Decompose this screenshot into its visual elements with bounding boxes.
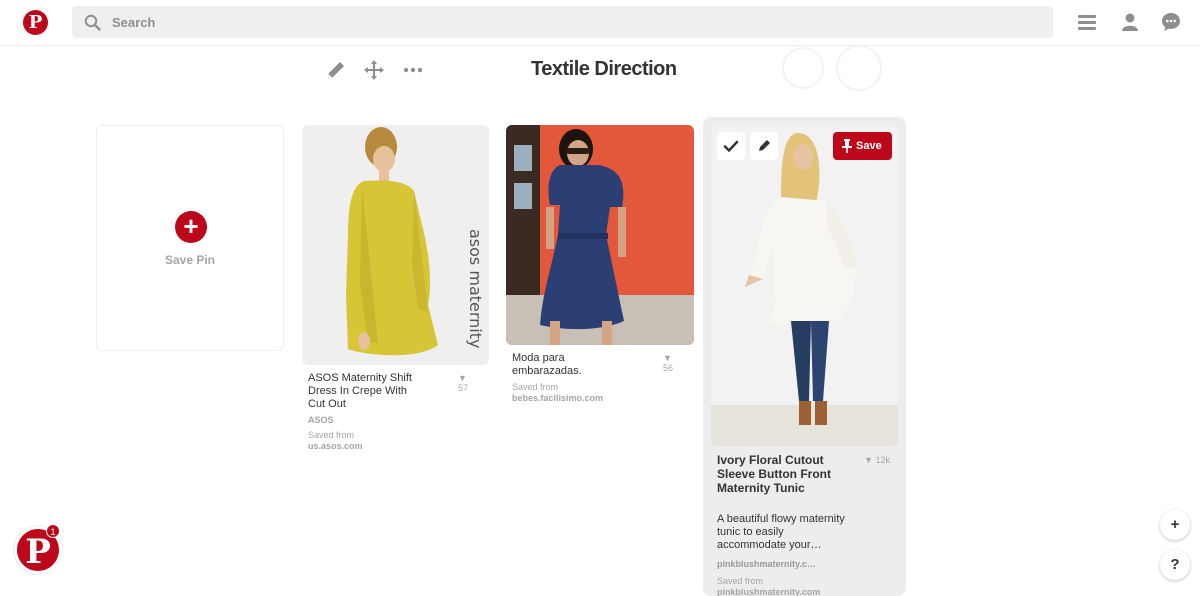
- asos-watermark: asos maternity: [466, 229, 485, 348]
- ghost-avatar-icon: [836, 45, 882, 91]
- search-input[interactable]: [112, 12, 1012, 32]
- pin-source-name[interactable]: pinkblushmaternity.c…: [717, 559, 816, 569]
- pin-card-ivory-tunic[interactable]: Save Ivory Floral Cutout Sleeve Button F…: [703, 117, 906, 596]
- top-header: P: [0, 0, 1200, 46]
- pin-saved-from[interactable]: Saved from pinkblushmaternity.com: [717, 576, 820, 596]
- pin-description: ASOS Maternity Shift Dress In Crepe With…: [308, 372, 412, 410]
- pin-title: Ivory Floral Cutout Sleeve Button Front …: [717, 453, 832, 495]
- pencil-icon: [759, 140, 770, 151]
- ghost-add-collaborator-icon: [782, 47, 824, 89]
- profile-icon[interactable]: [1119, 11, 1141, 33]
- repin-count: ▼ 56: [663, 353, 674, 373]
- search-icon: [84, 14, 101, 31]
- messages-icon[interactable]: [1160, 11, 1182, 33]
- pin-icon: ▼: [458, 373, 467, 383]
- save-pin-card[interactable]: + Save Pin: [96, 125, 284, 351]
- edit-pin-button[interactable]: [750, 132, 778, 160]
- more-dots-icon[interactable]: [401, 58, 425, 82]
- search-bar[interactable]: [72, 6, 1053, 38]
- board-title: Textile Direction: [531, 58, 677, 80]
- pinterest-logo-icon[interactable]: P: [23, 10, 48, 35]
- pushpin-icon: [842, 139, 852, 153]
- pin-image-ivory-tunic[interactable]: [711, 125, 898, 446]
- edit-pencil-icon[interactable]: [324, 58, 348, 82]
- save-button[interactable]: Save: [833, 132, 892, 160]
- help-button[interactable]: ?: [1160, 550, 1190, 580]
- repin-count: ▼ 57: [458, 373, 469, 393]
- pin-icon: ▼: [864, 455, 873, 465]
- pin-source-name[interactable]: ASOS: [308, 415, 334, 425]
- move-arrows-icon[interactable]: [362, 58, 386, 82]
- check-icon: [723, 140, 739, 153]
- plus-icon: +: [175, 211, 207, 243]
- pin-icon: ▼: [663, 353, 672, 363]
- pin-saved-from[interactable]: Saved from bebes.facilisimo.com: [512, 382, 603, 404]
- save-pin-label: Save Pin: [164, 253, 216, 267]
- pin-image-navy-dress[interactable]: [506, 125, 694, 345]
- menu-icon[interactable]: [1076, 11, 1098, 33]
- repin-count: ▼ 12k: [864, 455, 890, 465]
- pin-description: A beautiful flowy maternity tunic to eas…: [717, 513, 845, 551]
- pin-description: Moda para embarazadas.: [512, 352, 582, 377]
- add-pin-button[interactable]: +: [1160, 510, 1190, 540]
- pin-saved-from[interactable]: Saved from us.asos.com: [308, 430, 363, 452]
- done-button[interactable]: [717, 132, 745, 160]
- notification-badge: 1: [46, 524, 60, 538]
- pin-image-yellow-dress[interactable]: asos maternity: [302, 125, 489, 365]
